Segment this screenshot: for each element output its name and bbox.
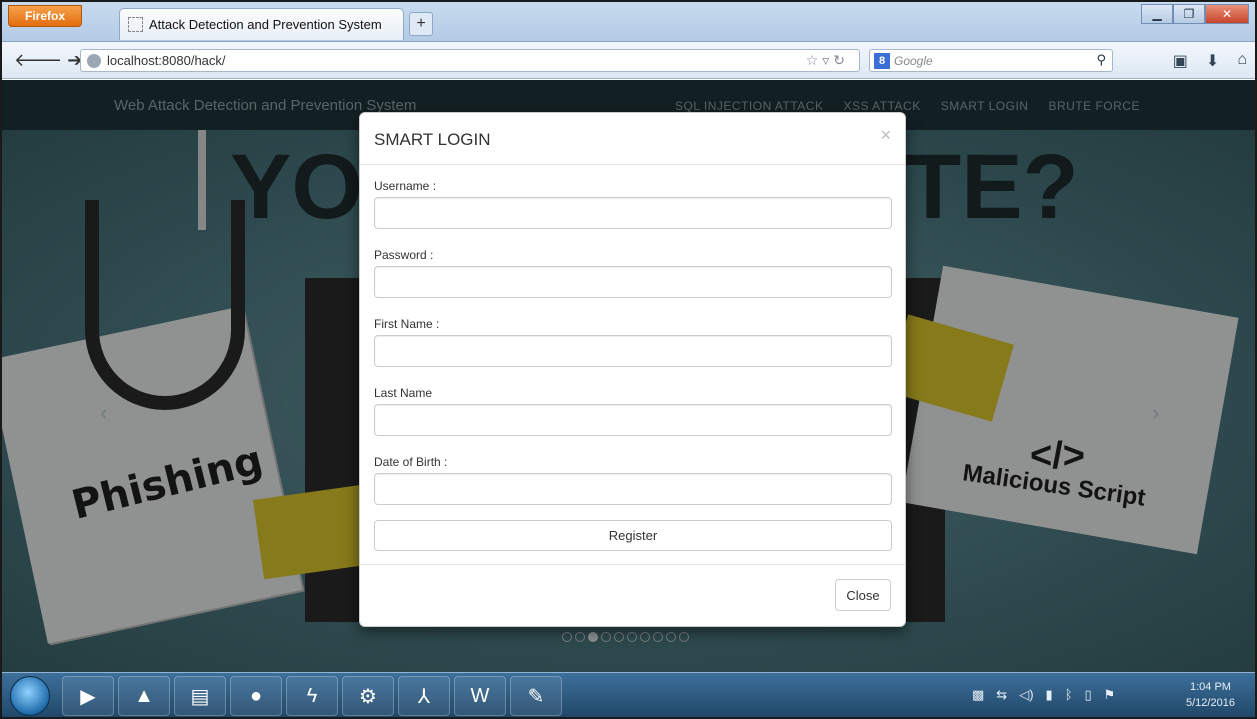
- modal-body: Username : Password : First Name : Last …: [360, 165, 905, 551]
- network-icon[interactable]: ⇆: [996, 687, 1007, 703]
- search-bar[interactable]: 8 Google ⚲: [869, 49, 1113, 72]
- window-controls: ▁ ❐ ✕: [1141, 4, 1249, 24]
- restore-icon[interactable]: ❐: [1173, 4, 1205, 24]
- ide-icon[interactable]: ⚙: [342, 676, 394, 716]
- close-button[interactable]: Close: [835, 579, 891, 611]
- last-name-label: Last Name: [374, 386, 433, 400]
- smart-login-modal: SMART LOGIN × Username : Password : Firs…: [359, 112, 906, 627]
- volume-icon[interactable]: ◁): [1019, 687, 1033, 703]
- globe-icon: [87, 53, 101, 68]
- pdf-reader-icon[interactable]: ⅄: [398, 676, 450, 716]
- system-tray: ▩ ⇆ ◁) ▮ ᛒ ▯ ⚑: [972, 687, 1115, 703]
- dob-input[interactable]: [374, 473, 892, 505]
- search-icon[interactable]: ⚲: [1096, 52, 1106, 68]
- file-explorer-icon[interactable]: ▤: [174, 676, 226, 716]
- taskbar-apps: ▶ ▲ ▤ ● ϟ ⚙ ⅄ W ✎: [62, 676, 562, 716]
- word-icon[interactable]: W: [454, 676, 506, 716]
- new-tab-button[interactable]: +: [409, 12, 433, 36]
- taskbar-clock[interactable]: 1:04 PM 5/12/2016: [1186, 679, 1235, 711]
- paint-icon[interactable]: ✎: [510, 676, 562, 716]
- password-group: Password :: [374, 248, 892, 298]
- media-player-icon[interactable]: ▶: [62, 676, 114, 716]
- browser-navbar: 🡐 ➔ localhost:8080/hack/ ☆▿↻ 8 Google ⚲ …: [0, 42, 1257, 79]
- firefox-menu-button[interactable]: Firefox: [8, 5, 82, 27]
- url-text: localhost:8080/hack/: [107, 53, 226, 68]
- firefox-icon[interactable]: ●: [230, 676, 282, 716]
- toolbar-icons: ▣ ⬇ ⌂: [1173, 51, 1247, 71]
- modal-footer: Close: [360, 564, 905, 626]
- close-icon[interactable]: ×: [880, 125, 891, 146]
- first-name-input[interactable]: [374, 335, 892, 367]
- vlc-icon[interactable]: ▲: [118, 676, 170, 716]
- windows-taskbar: ▶ ▲ ▤ ● ϟ ⚙ ⅄ W ✎ ▩ ⇆ ◁) ▮ ᛒ ▯ ⚑ 1:04 PM…: [0, 672, 1257, 719]
- search-engine-icon[interactable]: 8: [874, 52, 890, 69]
- dob-label: Date of Birth :: [374, 455, 448, 469]
- start-button-icon[interactable]: [10, 676, 50, 716]
- first-name-group: First Name :: [374, 317, 892, 367]
- page-icon: [128, 17, 143, 32]
- home-icon[interactable]: ⌂: [1237, 51, 1247, 71]
- tray-app-icon[interactable]: ▩: [972, 687, 984, 703]
- password-label: Password :: [374, 248, 434, 262]
- url-bar[interactable]: localhost:8080/hack/ ☆▿↻: [80, 49, 860, 72]
- back-forward-icon[interactable]: 🡐 ➔: [14, 50, 82, 71]
- dob-group: Date of Birth :: [374, 455, 892, 505]
- download-icon[interactable]: ⬇: [1206, 51, 1219, 71]
- flash-icon[interactable]: ϟ: [286, 676, 338, 716]
- last-name-input[interactable]: [374, 404, 892, 436]
- minimize-icon[interactable]: ▁: [1141, 4, 1173, 24]
- password-input[interactable]: [374, 266, 892, 298]
- first-name-label: First Name :: [374, 317, 440, 331]
- search-placeholder: Google: [894, 53, 933, 68]
- username-input[interactable]: [374, 197, 892, 229]
- battery-icon[interactable]: ▯: [1085, 687, 1092, 703]
- username-group: Username :: [374, 179, 892, 229]
- close-window-icon[interactable]: ✕: [1205, 4, 1249, 24]
- browser-titlebar: Firefox Attack Detection and Prevention …: [0, 0, 1257, 42]
- bluetooth-icon[interactable]: ᛒ: [1065, 687, 1073, 703]
- last-name-group: Last Name: [374, 386, 892, 436]
- clock-time: 1:04 PM: [1189, 681, 1231, 693]
- modal-header: SMART LOGIN ×: [360, 113, 905, 165]
- power-icon[interactable]: ▮: [1046, 687, 1053, 703]
- browser-tab[interactable]: Attack Detection and Prevention System: [119, 8, 404, 40]
- register-button[interactable]: Register: [374, 520, 892, 551]
- modal-title: SMART LOGIN: [374, 130, 491, 149]
- bookmarks-icon[interactable]: ▣: [1173, 51, 1188, 71]
- tab-title: Attack Detection and Prevention System: [149, 17, 382, 32]
- username-label: Username :: [374, 179, 437, 193]
- bookmark-star-icon[interactable]: ☆▿↻: [806, 52, 849, 69]
- action-center-flag-icon[interactable]: ⚑: [1104, 687, 1116, 703]
- clock-date: 5/12/2016: [1186, 697, 1235, 709]
